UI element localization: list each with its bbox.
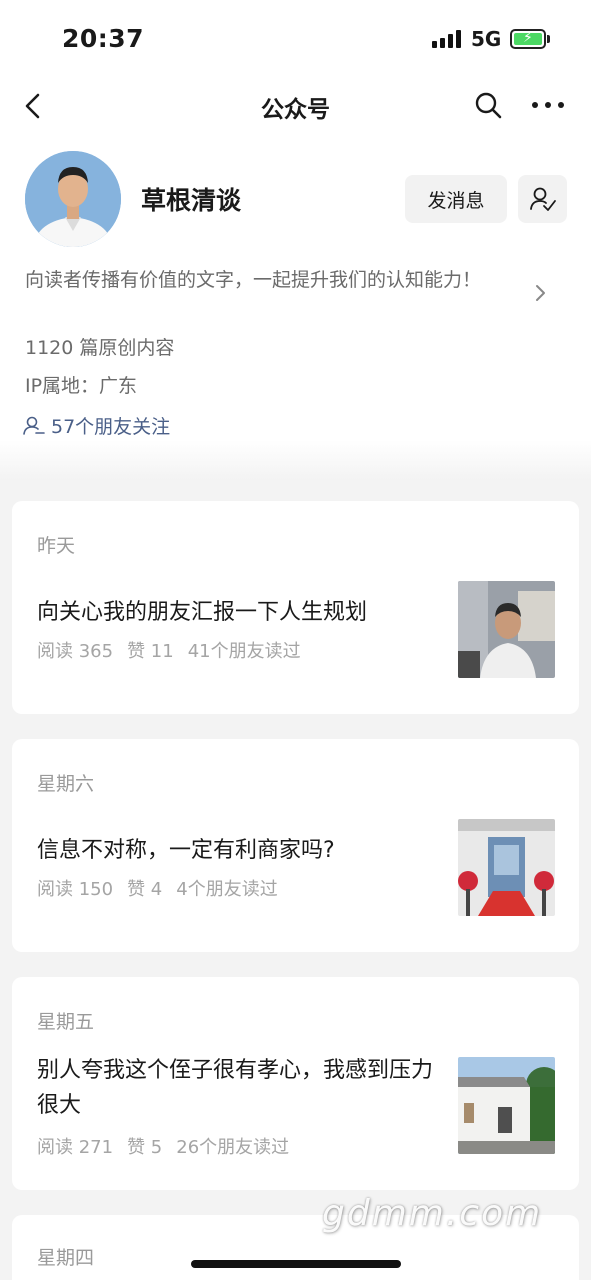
article-thumbnail[interactable] bbox=[458, 819, 555, 916]
battery-cap bbox=[547, 35, 550, 43]
read-count: 阅读 150 bbox=[37, 879, 114, 900]
friends-read: 41个朋友读过 bbox=[187, 641, 301, 662]
ip-location: IP属地：广东 bbox=[25, 375, 138, 397]
send-message-button[interactable]: 发消息 bbox=[405, 175, 507, 223]
follow-button[interactable] bbox=[518, 175, 567, 223]
status-time: 20:37 bbox=[62, 24, 145, 53]
avatar[interactable] bbox=[25, 151, 121, 247]
account-description[interactable]: 向读者传播有价值的文字，一起提升我们的认知能力！ bbox=[25, 265, 515, 295]
article-date: 昨天 bbox=[37, 535, 76, 557]
friends-follow-link[interactable]: 57个朋友关注 bbox=[23, 412, 170, 439]
watermark: gdmm.com bbox=[322, 1193, 543, 1234]
article-date: 星期六 bbox=[37, 773, 95, 795]
signal-icon bbox=[432, 30, 464, 48]
account-name: 草根清谈 bbox=[141, 186, 242, 215]
friends-icon bbox=[23, 416, 45, 435]
more-icon[interactable] bbox=[532, 100, 564, 110]
original-count: 1120 篇原创内容 bbox=[25, 337, 175, 359]
article-title[interactable]: 别人夸我这个侄子很有孝心，我感到压力很大 bbox=[37, 1053, 437, 1123]
friends-read: 26个朋友读过 bbox=[176, 1137, 290, 1158]
search-icon[interactable] bbox=[474, 91, 502, 119]
read-count: 阅读 271 bbox=[37, 1137, 114, 1158]
article-meta: 阅读 271 赞 5 26个朋友读过 bbox=[37, 1133, 303, 1159]
read-count: 阅读 365 bbox=[37, 641, 114, 662]
chevron-right-icon[interactable] bbox=[534, 284, 546, 302]
article-thumbnail[interactable] bbox=[458, 581, 555, 678]
network-label: 5G bbox=[471, 27, 502, 51]
article-thumbnail[interactable] bbox=[458, 1057, 555, 1154]
article-title[interactable]: 信息不对称，一定有利商家吗? bbox=[37, 833, 437, 868]
article-meta: 阅读 365 赞 11 41个朋友读过 bbox=[37, 637, 315, 663]
like-count: 赞 11 bbox=[127, 641, 174, 662]
friends-read: 4个朋友读过 bbox=[176, 879, 278, 900]
page-title: 公众号 bbox=[261, 97, 330, 123]
article-card[interactable]: 星期六 信息不对称，一定有利商家吗? 阅读 150 赞 4 4个朋友读过 bbox=[12, 739, 579, 952]
friends-follow-label: 57个朋友关注 bbox=[51, 416, 171, 438]
home-indicator[interactable] bbox=[191, 1260, 401, 1268]
like-count: 赞 4 bbox=[127, 879, 163, 900]
article-meta: 阅读 150 赞 4 4个朋友读过 bbox=[37, 875, 292, 901]
article-title[interactable]: 向关心我的朋友汇报一下人生规划 bbox=[37, 595, 437, 630]
article-card[interactable]: 昨天 向关心我的朋友汇报一下人生规划 阅读 365 赞 11 41个朋友读过 bbox=[12, 501, 579, 714]
article-date: 星期五 bbox=[37, 1011, 95, 1033]
battery-icon: ⚡ bbox=[510, 29, 546, 49]
like-count: 赞 5 bbox=[127, 1137, 163, 1158]
article-date: 星期四 bbox=[37, 1247, 95, 1269]
article-card[interactable]: 星期五 别人夸我这个侄子很有孝心，我感到压力很大 阅读 271 赞 5 26个朋友读… bbox=[12, 977, 579, 1190]
user-check-icon bbox=[530, 187, 556, 211]
